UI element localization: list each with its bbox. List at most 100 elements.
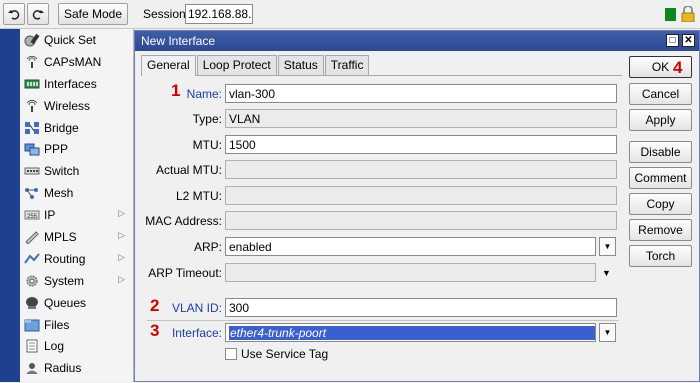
sidebar-item-switch[interactable]: Switch [20, 160, 133, 182]
actual-mtu-field [225, 160, 617, 179]
copy-button[interactable]: Copy [629, 193, 692, 215]
sidebar-item-ppp[interactable]: PPP [20, 138, 133, 160]
sidebar-item-quick-set[interactable]: Quick Set [20, 29, 133, 51]
torch-button[interactable]: Torch [629, 245, 692, 267]
redo-button[interactable] [27, 3, 49, 25]
sidebar-item-label: Bridge [44, 120, 79, 135]
interfaces-icon [24, 79, 40, 89]
sidebar-item-system[interactable]: System ▷ [20, 270, 133, 292]
interface-label: Interface: [171, 326, 222, 340]
undo-button[interactable] [3, 3, 25, 25]
arp-dropdown-button[interactable]: ▼ [599, 237, 616, 256]
sidebar-item-files[interactable]: Files [20, 314, 133, 336]
disable-button[interactable]: Disable [629, 141, 692, 163]
mac-address-label: MAC Address: [145, 214, 222, 228]
sidebar-item-label: Switch [44, 164, 80, 179]
window-title: New Interface [141, 34, 216, 48]
dropdown-arrow-icon: ▼ [603, 242, 612, 251]
sidebar-item-label: MPLS [44, 229, 77, 244]
cancel-button[interactable]: Cancel [629, 83, 692, 105]
sidebar-item-ip[interactable]: 255 IP ▷ [20, 204, 133, 226]
sidebar-item-label: Wireless [44, 98, 91, 113]
radius-icon [26, 363, 38, 375]
type-label: Type: [192, 112, 222, 126]
interface-select[interactable]: ether4-trunk-poort [225, 323, 596, 342]
sidebar-item-routing[interactable]: Routing ▷ [20, 248, 133, 270]
type-row: Type: VLAN [141, 109, 622, 129]
sidebar-item-label: Routing [44, 251, 86, 266]
files-icon [24, 319, 40, 332]
use-service-tag-checkbox[interactable] [225, 348, 237, 360]
submenu-arrow-icon: ▷ [118, 251, 125, 262]
interface-dropdown-button[interactable]: ▼ [599, 323, 616, 342]
actual-mtu-row: Actual MTU: [141, 160, 622, 180]
sidebar-item-label: PPP [44, 142, 69, 157]
sidebar-item-bridge[interactable]: Bridge [20, 117, 133, 139]
sidebar-item-capsman[interactable]: CAPsMAN [20, 51, 133, 73]
sidebar-item-label: CAPsMAN [44, 54, 102, 69]
ok-button[interactable]: OK [629, 56, 692, 78]
comment-button[interactable]: Comment [629, 167, 692, 189]
interface-selected-value: ether4-trunk-poort [229, 326, 595, 340]
sidebar-item-radius[interactable]: Radius [20, 357, 133, 379]
tab-traffic[interactable]: Traffic [324, 55, 370, 75]
name-field[interactable]: vlan-300 [225, 84, 617, 103]
sidebar-item-log[interactable]: Log [20, 335, 133, 357]
arp-timeout-label: ARP Timeout: [148, 266, 222, 280]
sidebar-item-mpls[interactable]: MPLS ▷ [20, 226, 133, 248]
interface-row: Interface: ether4-trunk-poort ▼ [141, 323, 622, 343]
mtu-field[interactable]: 1500 [225, 135, 617, 154]
submenu-arrow-icon: ▷ [118, 273, 125, 284]
remove-button[interactable]: Remove [629, 219, 692, 241]
sidebar-menu: Quick Set CAPsMAN Interfaces Wireless Br… [20, 29, 134, 382]
sidebar-item-wireless[interactable]: Wireless [20, 95, 133, 117]
window-title-bar[interactable]: New Interface □ ✕ [135, 31, 699, 51]
wireless-icon [26, 99, 38, 112]
top-toolbar: Safe Mode Session: 192.168.88.1 [0, 0, 700, 29]
submenu-arrow-icon: ▷ [118, 208, 125, 219]
session-field[interactable]: 192.168.88.1 [185, 4, 253, 24]
lock-icon [681, 6, 695, 22]
arp-label: ARP: [193, 240, 222, 254]
submenu-arrow-icon: ▷ [118, 230, 125, 241]
sidebar-item-label: Quick Set [44, 32, 97, 47]
apply-button[interactable]: Apply [629, 109, 692, 131]
sidebar-item-mesh[interactable]: Mesh [20, 182, 133, 204]
connection-status-icon [665, 8, 676, 21]
arp-select[interactable]: enabled [225, 237, 596, 256]
ppp-icon [24, 143, 40, 156]
ip-icon: 255 [24, 210, 40, 220]
mtu-row: MTU: 1500 [141, 135, 622, 155]
mtu-label: MTU: [192, 138, 222, 152]
safe-mode-button[interactable]: Safe Mode [58, 3, 128, 25]
maximize-icon[interactable]: □ [666, 34, 679, 47]
tab-status[interactable]: Status [277, 55, 324, 75]
arp-timeout-row: ARP Timeout: ▼ [141, 263, 622, 283]
tab-loop-protect[interactable]: Loop Protect [196, 55, 277, 75]
dropdown-arrow-icon: ▼ [603, 328, 612, 337]
close-icon[interactable]: ✕ [682, 34, 695, 47]
undo-icon [8, 10, 20, 20]
mesh-icon [25, 188, 38, 200]
expand-arrow-icon[interactable]: ▼ [602, 268, 611, 278]
actual-mtu-label: Actual MTU: [155, 163, 222, 177]
quick-set-icon [24, 33, 40, 47]
mpls-icon [25, 231, 39, 244]
routing-icon [24, 253, 40, 264]
sidebar-item-label: System [44, 273, 85, 288]
sidebar-item-interfaces[interactable]: Interfaces [20, 73, 133, 95]
session-label: Session: [143, 7, 190, 21]
section-divider [147, 320, 619, 321]
bridge-icon [25, 121, 39, 134]
sidebar-item-label: IP [44, 208, 56, 223]
general-panel: 1 Name: vlan-300 Type: VLAN MTU: 1500 Ac… [141, 75, 622, 383]
capsman-icon [26, 55, 38, 68]
svg-text:255: 255 [27, 214, 38, 220]
tab-general[interactable]: General [141, 55, 196, 76]
sidebar-item-label: Files [44, 317, 70, 332]
vlan-id-field[interactable]: 300 [225, 298, 617, 317]
sidebar-item-queues[interactable]: Queues [20, 292, 133, 314]
redo-icon [32, 10, 44, 20]
l2-mtu-field [225, 186, 617, 205]
mac-address-field [225, 211, 617, 230]
